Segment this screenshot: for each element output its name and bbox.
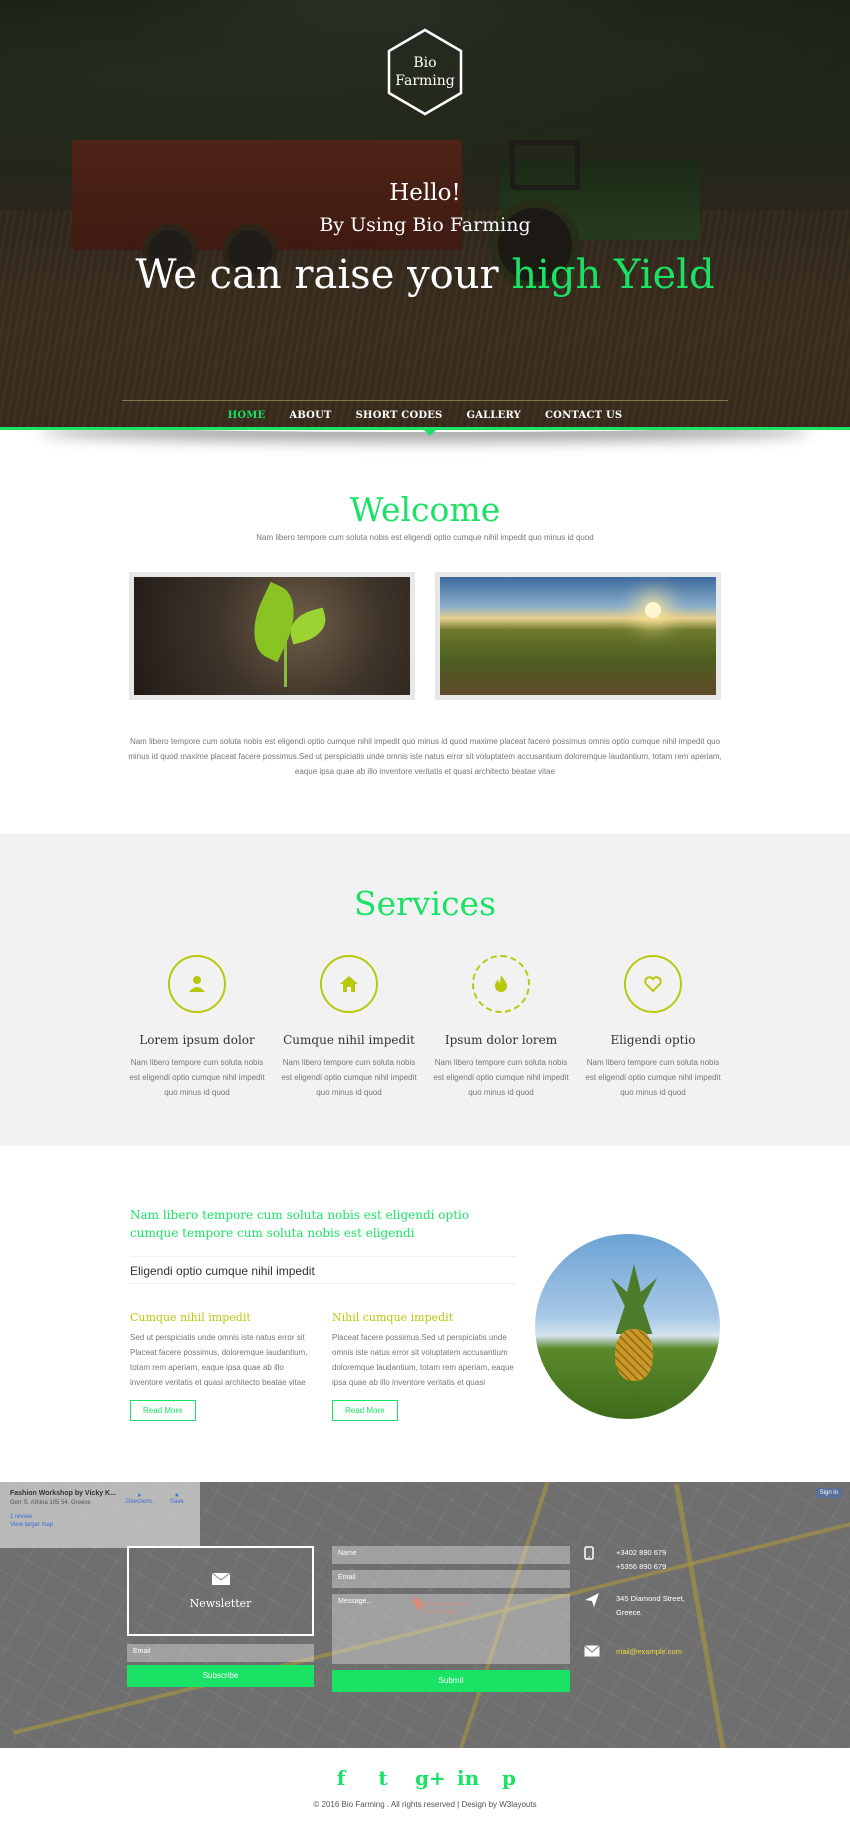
pinterest-icon[interactable]: p xyxy=(499,1766,519,1790)
save-label: Save xyxy=(170,1499,184,1505)
service-text: Nam libero tempore cum soluta nobis est … xyxy=(433,1058,569,1097)
phone-2: +5356 890 679 xyxy=(616,1562,667,1571)
service-title: Lorem ipsum dolor xyxy=(139,1033,255,1047)
info-section: Nam libero tempore cum soluta nobis est … xyxy=(0,1146,850,1482)
paper-plane-icon xyxy=(584,1592,599,1613)
vineyard-photo xyxy=(435,572,721,700)
service-text: Nam libero tempore cum soluta nobis est … xyxy=(281,1058,417,1097)
larger-map-link[interactable]: View larger map xyxy=(10,1522,190,1528)
linkedin-icon[interactable]: in xyxy=(457,1766,479,1790)
service-card: Ipsum dolor lorem Nam libero tempore cum… xyxy=(425,955,577,1100)
service-text: Nam libero tempore cum soluta nobis est … xyxy=(129,1058,265,1097)
newsletter-box: Newsletter xyxy=(127,1546,314,1636)
place-title: Fashion Workshop by Vicky K... xyxy=(10,1490,116,1497)
subscribe-button[interactable]: Subscribe xyxy=(127,1665,314,1687)
map-sign-in[interactable]: Sign in xyxy=(815,1488,842,1498)
service-title: Cumque nihil impedit xyxy=(283,1033,415,1047)
hero-greeting: Hello! xyxy=(389,180,461,206)
service-card: Lorem ipsum dolor Nam libero tempore cum… xyxy=(121,955,273,1100)
services-section: Services Lorem ipsum dolor Nam libero te… xyxy=(0,834,850,1146)
info-lead: Nam libero tempore cum soluta nobis est … xyxy=(130,1208,470,1240)
phone-icon xyxy=(584,1546,598,1565)
column-title: Nihil cumque impedit xyxy=(332,1311,454,1324)
service-title: Eligendi optio xyxy=(610,1033,696,1047)
google-plus-icon[interactable]: g+ xyxy=(415,1766,446,1790)
fire-icon xyxy=(472,955,530,1013)
nav-divider xyxy=(122,400,728,401)
email-link[interactable]: mail@example.com xyxy=(616,1645,682,1659)
pineapple-photo xyxy=(535,1234,720,1419)
info-column-2: Nihil cumque impedit Placeat facere poss… xyxy=(332,1311,517,1421)
directions-label: Directions xyxy=(126,1499,153,1505)
sprout-photo xyxy=(129,572,415,700)
read-more-button[interactable]: Read More xyxy=(130,1400,196,1421)
hero-banner: Bio Farming Hello! By Using Bio Farming … xyxy=(0,0,850,430)
welcome-section: Welcome Nam libero tempore cum soluta no… xyxy=(0,430,850,834)
address-line-2: Greece. xyxy=(616,1608,643,1617)
service-text: Nam libero tempore cum soluta nobis est … xyxy=(585,1058,721,1097)
directions-icon: ➤ xyxy=(136,1493,142,1499)
user-icon xyxy=(168,955,226,1013)
hero-subtitle: By Using Bio Farming xyxy=(319,214,531,236)
social-links: f t g+ in p xyxy=(0,1748,850,1790)
email-input[interactable]: Email xyxy=(332,1570,570,1588)
heart-icon xyxy=(624,955,682,1013)
place-address: Gerr S. Athina 105 54, Greece xyxy=(10,1500,91,1506)
info-subheading: Eligendi optio cumque nihil impedit xyxy=(130,1264,315,1278)
hero-headline: We can raise your high Yield xyxy=(0,252,850,298)
facebook-icon[interactable]: f xyxy=(331,1766,351,1790)
welcome-body: Nam libero tempore cum soluta nobis est … xyxy=(128,737,722,776)
welcome-subtitle: Nam libero tempore cum soluta nobis est … xyxy=(256,533,594,542)
mail-icon xyxy=(584,1645,600,1662)
address-line-1: 345 Diamond Street, xyxy=(616,1594,685,1603)
message-textarea[interactable]: Message... xyxy=(332,1594,570,1664)
envelope-icon xyxy=(129,1572,312,1591)
service-title: Ipsum dolor lorem xyxy=(444,1033,558,1047)
service-card: Cumque nihil impedit Nam libero tempore … xyxy=(273,955,425,1100)
column-text: Placeat facere possimus.Sed ut perspicia… xyxy=(332,1333,514,1387)
info-column-1: Cumque nihil impedit Sed ut perspiciatis… xyxy=(130,1311,315,1421)
service-card: Eligendi optio Nam libero tempore cum so… xyxy=(577,955,729,1100)
logo-line-2: Farming xyxy=(395,73,455,89)
column-text: Sed ut perspiciatis unde omnis iste natu… xyxy=(130,1333,308,1387)
headline-highlight: high Yield xyxy=(511,252,715,298)
services-title: Services xyxy=(353,884,497,923)
place-reviews-link[interactable]: 1 review xyxy=(10,1514,190,1520)
twitter-icon[interactable]: t xyxy=(373,1766,393,1790)
logo-line-1: Bio xyxy=(413,55,437,71)
home-icon xyxy=(320,955,378,1013)
star-icon: ★ xyxy=(174,1493,180,1499)
copyright: © 2016 Bio Farming . All rights reserved… xyxy=(313,1800,537,1809)
headline-text: We can raise your xyxy=(135,252,512,298)
submit-button[interactable]: Submit xyxy=(332,1670,570,1692)
column-title: Cumque nihil impedit xyxy=(130,1311,251,1324)
site-logo[interactable]: Bio Farming xyxy=(385,28,465,116)
name-input[interactable]: Name xyxy=(332,1546,570,1564)
map-place-card: Fashion Workshop by Vicky K... Gerr S. A… xyxy=(0,1482,200,1548)
welcome-title: Welcome xyxy=(349,490,501,529)
save-button[interactable]: ★ Save xyxy=(170,1492,184,1505)
contact-map-section: Fashion Workshop by Vicky K... Gerr S. A… xyxy=(0,1482,850,1748)
directions-button[interactable]: ➤ Directions xyxy=(126,1492,153,1505)
phone-1: +3402 890 679 xyxy=(616,1548,667,1557)
newsletter-email-input[interactable]: Email xyxy=(127,1644,314,1662)
newsletter-label: Newsletter xyxy=(189,1597,252,1610)
footer: f t g+ in p © 2016 Bio Farming . All rig… xyxy=(0,1748,850,1831)
read-more-button[interactable]: Read More xyxy=(332,1400,398,1421)
